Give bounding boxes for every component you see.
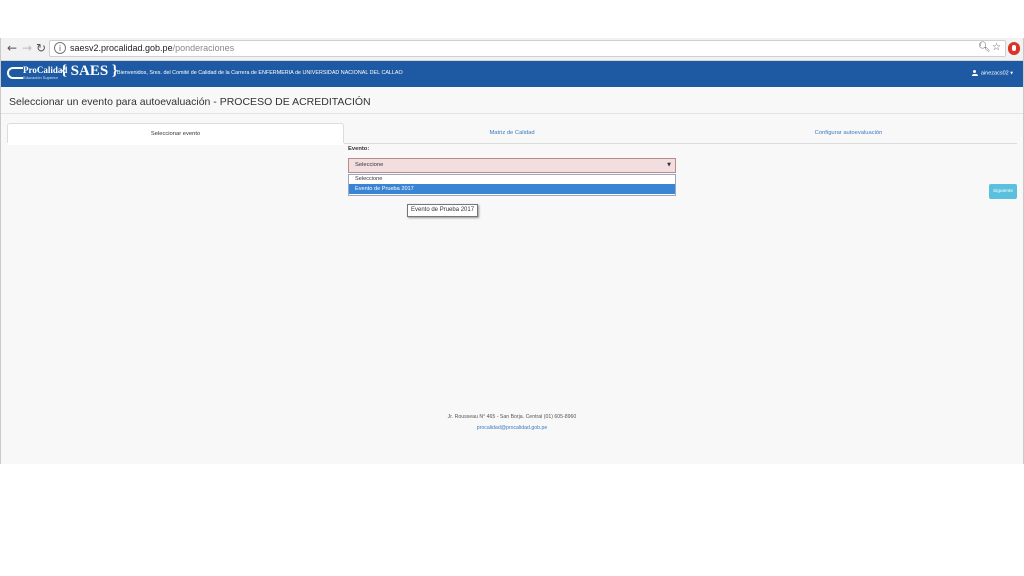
tab-matriz-de-calidad[interactable]: Matriz de Calidad	[344, 123, 680, 143]
forward-arrow-icon[interactable]: →	[20, 41, 34, 55]
tab-bar: Seleccionar evento Matriz de Calidad Con…	[7, 123, 1017, 144]
address-bar[interactable]: i saesv2.procalidad.gob.pe/ponderaciones…	[49, 40, 1006, 57]
user-menu[interactable]: ainezacs02 ▾	[971, 70, 1013, 77]
footer-email-link[interactable]: procalidad@procalidad.gob.pe	[1, 425, 1023, 431]
user-icon	[971, 70, 978, 76]
next-button[interactable]: Siguiente	[989, 184, 1017, 199]
chevron-down-icon: ▼	[667, 162, 671, 168]
tab-seleccionar-evento[interactable]: Seleccionar evento	[7, 123, 344, 144]
footer-address: Jr. Rousseau N° 465 - San Borja. Central…	[447, 414, 577, 420]
logo-swoosh-icon	[7, 67, 23, 79]
url-text: saesv2.procalidad.gob.pe/ponderaciones	[70, 43, 234, 53]
extension-icon[interactable]	[1008, 42, 1020, 55]
event-select-value: Seleccione	[355, 162, 384, 168]
event-dropdown: Seleccione Evento de Prueba 2017	[348, 174, 676, 196]
welcome-message: Bienvenidos, Sres. del Comité de Calidad…	[117, 70, 403, 76]
info-icon[interactable]: i	[54, 42, 66, 54]
tab-panel	[7, 143, 344, 145]
title-divider	[1, 113, 1023, 114]
app-header: ProCalidad Educación Superior { SAES } B…	[1, 61, 1023, 87]
event-label: Evento:	[348, 146, 370, 152]
reload-icon[interactable]: ↻	[34, 41, 48, 55]
zoom-icon[interactable]: 🔍︎	[978, 42, 991, 53]
tab-configurar-autoevaluacion[interactable]: Configurar autoevaluación	[680, 123, 1017, 143]
event-option-highlighted[interactable]: Evento de Prueba 2017	[349, 184, 675, 194]
back-arrow-icon[interactable]: ←	[5, 41, 19, 55]
user-name: ainezacs02 ▾	[980, 70, 1013, 77]
logo-subtext: Educación Superior	[23, 75, 58, 80]
event-select[interactable]: Seleccione ▼	[348, 158, 676, 173]
app-name: { SAES }	[61, 63, 118, 79]
option-tooltip: Evento de Prueba 2017	[407, 204, 479, 217]
page-title: Seleccionar un evento para autoevaluació…	[9, 96, 371, 108]
url-host: saesv2.procalidad.gob.pe	[70, 43, 173, 53]
browser-window: ← → ↻ i saesv2.procalidad.gob.pe/pondera…	[0, 38, 1024, 464]
url-path: /ponderaciones	[172, 43, 235, 53]
event-option[interactable]: Seleccione	[349, 175, 675, 184]
browser-toolbar: ← → ↻ i saesv2.procalidad.gob.pe/pondera…	[1, 38, 1023, 61]
star-icon[interactable]: ☆	[992, 42, 1001, 53]
